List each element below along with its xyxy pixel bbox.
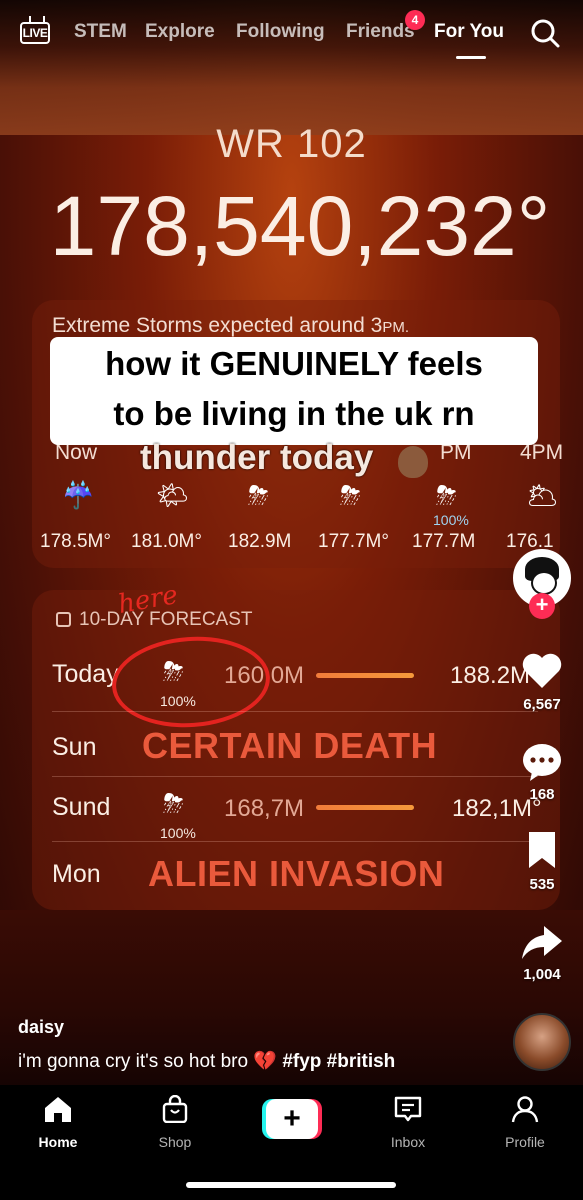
music-disc-icon[interactable] [513, 1013, 571, 1071]
follow-button[interactable]: + [529, 593, 555, 619]
nav-home-label: Home [38, 1134, 78, 1150]
hour-temp-4: 177.7M° [318, 531, 389, 552]
hour-temp-3: 182.9M [228, 531, 292, 552]
home-icon [45, 1097, 71, 1122]
divider [52, 841, 538, 842]
hashtags[interactable]: #fyp #british [282, 1051, 395, 1072]
description-text: i'm gonna cry it's so hot bro [18, 1051, 249, 1072]
tab-explore[interactable]: Explore [145, 21, 215, 43]
nav-inbox-label: Inbox [390, 1134, 426, 1150]
shopping-bag-icon [162, 1094, 188, 1124]
day-today-range-bar [316, 673, 414, 678]
profile-icon [511, 1096, 539, 1123]
share-icon[interactable] [520, 922, 564, 962]
hour-icon-4: ⛈ [340, 480, 361, 510]
comment-icon[interactable] [520, 742, 564, 782]
nav-shop-label: Shop [158, 1134, 192, 1150]
tab-friends[interactable]: Friends [346, 21, 415, 43]
hour-icon-5: ⛈ [436, 480, 457, 510]
wr-label: WR 102 [216, 122, 367, 166]
save-count: 535 [529, 876, 555, 893]
tab-for-you[interactable]: For You [434, 21, 504, 43]
hour-temp-2: 181.0M° [131, 531, 202, 552]
search-icon[interactable] [530, 18, 560, 48]
create-button[interactable]: + [262, 1099, 322, 1139]
thunder-text: thunder today [140, 438, 374, 477]
day-sund-icon: ⛈ [163, 788, 184, 818]
day-sund: Sund [52, 793, 111, 821]
share-count: 1,004 [523, 966, 561, 983]
plus-icon: + [266, 1099, 318, 1139]
day-sund-pct: 100% [160, 825, 196, 841]
big-temperature: 178,540,232° [49, 179, 551, 273]
post-description[interactable]: i'm gonna cry it's so hot bro 💔 #fyp #br… [18, 1049, 395, 1073]
nav-profile-label: Profile [505, 1134, 545, 1150]
hour-icon-3: ⛈ [248, 480, 269, 510]
day-today: Today [52, 660, 119, 688]
post-username[interactable]: daisy [18, 1017, 64, 1038]
divider [52, 711, 538, 712]
friends-badge: 4 [405, 10, 425, 30]
day-sund-range-bar [316, 805, 414, 810]
nav-profile[interactable]: Profile [480, 1095, 570, 1150]
hour-icon-6: 🌥 [526, 480, 560, 510]
storm-alert-text: Extreme Storms expected around 3PM. [52, 314, 410, 337]
tab-following[interactable]: Following [236, 21, 325, 43]
comment-count: 168 [529, 786, 555, 803]
live-icon[interactable]: LIVE [20, 16, 52, 46]
nav-inbox[interactable]: Inbox [363, 1095, 453, 1150]
nav-shop[interactable]: Shop [130, 1094, 220, 1150]
certain-death-text: CERTAIN DEATH [142, 725, 438, 766]
tab-stem[interactable]: STEM [74, 21, 127, 43]
hour-icon-2: 🌤 [156, 480, 190, 510]
alien-invasion-text: ALIEN INVASION [148, 853, 445, 894]
hour-temp-1: 178.5M° [40, 531, 111, 552]
day-sund-low: 168,7M [224, 795, 305, 822]
day-sun: Sun [52, 733, 97, 761]
active-tab-indicator [456, 56, 486, 59]
home-indicator[interactable] [186, 1182, 396, 1188]
day-mon: Mon [52, 860, 101, 888]
broken-heart-emoji: 💔 [253, 1051, 278, 1072]
inbox-icon [394, 1096, 422, 1122]
calendar-icon [56, 612, 71, 627]
caption-line-1: how it GENUINELY feels [105, 345, 483, 382]
facepalm-emoji-icon [398, 446, 428, 478]
divider [52, 776, 538, 777]
live-label: LIVE [20, 22, 50, 44]
nav-home[interactable]: Home [13, 1095, 103, 1150]
caption-line-2: to be living in the uk rn [113, 395, 475, 432]
heart-icon[interactable] [520, 650, 564, 690]
hour-icon-1: ☔ [62, 480, 95, 510]
hour-temp-5: 177.7M [412, 531, 476, 552]
top-nav: LIVE STEM Explore Following Friends 4 Fo… [0, 0, 583, 70]
like-count: 6,567 [523, 696, 561, 713]
hour-precip-pct: 100% [433, 512, 469, 528]
bookmark-icon[interactable] [520, 830, 564, 870]
